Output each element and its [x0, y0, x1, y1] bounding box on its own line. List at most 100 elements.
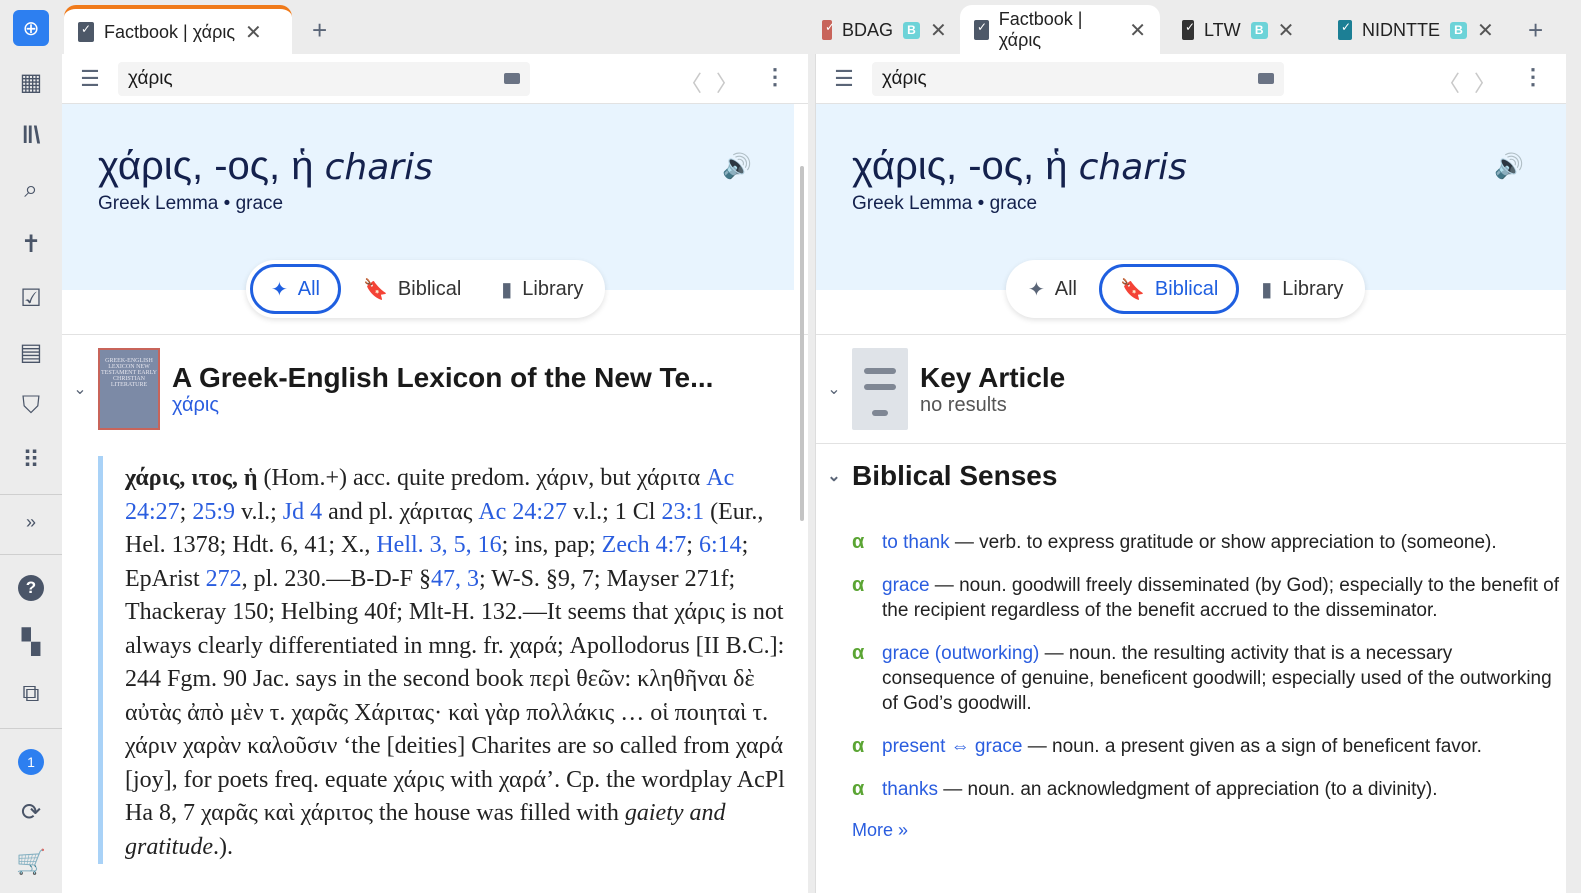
tab-factbook-right[interactable]: Factbook | χάρις ✕ — [960, 5, 1160, 55]
scripture-reference-link[interactable]: Hell. 3, 5, 16 — [376, 532, 501, 558]
filter-biblical[interactable]: 🔖 Biblical — [345, 264, 479, 314]
help-icon[interactable]: ? — [13, 570, 49, 606]
logos-logo-icon[interactable]: ⊕ — [13, 10, 49, 46]
sense-term-link[interactable]: grace (outworking) — [882, 643, 1039, 664]
dashboard-add-icon[interactable]: ▦ — [13, 64, 49, 100]
book-cover-icon — [822, 20, 835, 40]
sense-icon: α — [852, 531, 865, 553]
sparkle-icon: ✦ — [1028, 278, 1045, 301]
new-tab-button[interactable]: + — [298, 5, 341, 55]
more-link[interactable]: More » — [816, 820, 1566, 841]
chevron-down-icon[interactable]: ⌄ — [816, 379, 852, 399]
filter-all[interactable]: ✦ All — [1010, 264, 1095, 314]
entry-text: ; ins, pap; — [501, 532, 602, 558]
sense-term-link[interactable]: thanks — [882, 779, 938, 800]
filter-label: Biblical — [1154, 277, 1219, 300]
tab-factbook-left[interactable]: Factbook | χάρις ✕ — [64, 5, 292, 55]
scrollbar[interactable] — [800, 166, 804, 521]
tab-bdag[interactable]: BDAG B ✕ — [808, 5, 961, 55]
chevron-down-icon[interactable]: ⌄ — [816, 466, 852, 486]
scripture-reference-link[interactable]: 6:14 — [699, 532, 742, 558]
result-subtitle-link[interactable]: χάρις — [172, 394, 713, 417]
more-options-icon[interactable]: ⋮ — [764, 64, 786, 90]
factbook-icon — [78, 22, 94, 42]
speaker-icon[interactable]: 🔊 — [722, 152, 752, 181]
headword: χάρις, ιτος, ἡ — [125, 465, 258, 491]
entry-text: (Hom.+) acc. quite predom. χάριν, but χά… — [257, 465, 707, 491]
close-tab-icon[interactable]: ✕ — [930, 18, 947, 43]
layout-icon[interactable]: ▚ — [13, 624, 49, 660]
lemma: χάρις, -ος, ἡ — [98, 144, 314, 188]
result-title[interactable]: A Greek-English Lexicon of the New Te... — [172, 362, 713, 394]
search-icon[interactable]: ⌕ — [13, 172, 49, 208]
sense-term-link[interactable]: grace — [882, 575, 930, 596]
back-forward-icons[interactable]: 〈〉 — [1438, 66, 1510, 98]
book-cover-icon — [1182, 20, 1195, 40]
export-icon[interactable]: ⧉ — [13, 676, 49, 712]
filter-group: ✦ All 🔖 Biblical ▮ Library — [1006, 260, 1366, 318]
filter-label: Biblical — [397, 277, 462, 300]
tab-label: Factbook | χάρις — [104, 21, 236, 42]
back-forward-icons[interactable]: 〈〉 — [680, 66, 752, 98]
more-options-icon[interactable]: ⋮ — [1522, 64, 1544, 90]
separator: • — [977, 193, 985, 214]
scripture-reference-link[interactable]: 25:9 — [192, 499, 235, 525]
tab-label: LTW — [1204, 19, 1241, 40]
sense-item: α grace (outworking) — noun. the resultin… — [816, 641, 1566, 716]
search-input[interactable]: χάρις — [118, 61, 530, 96]
sync-icon[interactable]: ⟳ — [13, 794, 49, 830]
bookmark-icon: 🔖 — [1120, 278, 1145, 301]
entry-text: ; — [686, 532, 699, 558]
sense-item: α thanks — noun. an acknowledgment of app… — [816, 777, 1566, 802]
bible-icon[interactable]: ✝ — [13, 226, 49, 262]
scripture-reference-link[interactable]: 272 — [206, 566, 242, 592]
menu-icon[interactable]: ☰ — [62, 66, 118, 92]
close-tab-icon[interactable]: ✕ — [1129, 18, 1146, 43]
sense-icon: α — [852, 778, 865, 800]
chevron-down-icon[interactable]: ⌄ — [62, 379, 98, 399]
sense-term-link[interactable]: to thank — [882, 532, 950, 553]
menu-icon[interactable]: ☰ — [816, 66, 872, 92]
scripture-reference-link[interactable]: Jd 4 — [283, 499, 322, 525]
key-article-header[interactable]: ⌄ Key Article no results — [816, 335, 1566, 443]
lemma-title: χάρις, -ος, ἡ charis — [98, 144, 794, 189]
cart-icon[interactable]: 🛒 — [13, 844, 49, 880]
filter-library[interactable]: ▮ Library — [483, 264, 601, 314]
book-cover-icon — [1338, 20, 1352, 40]
sense-term-link[interactable]: present ⇔ grace — [882, 736, 1022, 757]
scripture-reference-link[interactable]: Ac 24:27 — [478, 499, 567, 525]
gloss: grace — [989, 193, 1038, 214]
filter-biblical[interactable]: 🔖 Biblical — [1099, 264, 1240, 314]
factbook-icon[interactable]: ☑ — [13, 280, 49, 316]
lemma-type: Greek Lemma — [852, 193, 973, 214]
gloss: grace — [235, 193, 284, 214]
new-tab-button[interactable]: + — [1514, 5, 1557, 55]
notifications-icon[interactable]: 1 — [13, 744, 49, 780]
badge: B — [903, 21, 921, 39]
close-tab-icon[interactable]: ✕ — [1278, 18, 1295, 43]
library-icon[interactable]: ‖\ — [13, 118, 49, 154]
sense-definition: — noun. a present given as a sign of ben… — [1022, 736, 1482, 757]
keyboard-icon[interactable] — [1258, 73, 1274, 84]
shield-icon[interactable]: ⛉ — [13, 388, 49, 424]
filter-library[interactable]: ▮ Library — [1243, 264, 1361, 314]
close-tab-icon[interactable]: ✕ — [245, 20, 262, 45]
scripture-reference-link[interactable]: Zech 4:7 — [602, 532, 687, 558]
search-input[interactable]: χάρις — [872, 61, 1284, 96]
sense-definition: — noun. goodwill freely disseminated (by… — [882, 575, 1559, 621]
tab-nidntte[interactable]: NIDNTTE B ✕ — [1324, 5, 1508, 55]
close-tab-icon[interactable]: ✕ — [1477, 18, 1494, 43]
filter-all[interactable]: ✦ All — [250, 264, 341, 314]
expand-sidebar-icon[interactable]: » — [13, 504, 49, 540]
keyboard-icon[interactable] — [504, 73, 520, 84]
bookmark-icon: 🔖 — [363, 278, 388, 301]
left-panel: ☰ χάρις 〈〉 ⋮ χάρις, -ος, ἡ charis Greek … — [62, 54, 808, 893]
result-header[interactable]: ⌄ GREEK-ENGLISH LEXICON NEW TESTAMENT EA… — [62, 335, 808, 443]
apps-grid-icon[interactable]: ⠿ — [13, 442, 49, 478]
scripture-reference-link[interactable]: 47, 3 — [431, 566, 479, 592]
tab-ltw[interactable]: LTW B ✕ — [1168, 5, 1308, 55]
tab-label: Factbook | χάρις — [998, 9, 1083, 50]
scripture-reference-link[interactable]: 23:1 — [661, 499, 704, 525]
document-icon[interactable]: ▤ — [13, 334, 49, 370]
speaker-icon[interactable]: 🔊 — [1494, 152, 1524, 181]
